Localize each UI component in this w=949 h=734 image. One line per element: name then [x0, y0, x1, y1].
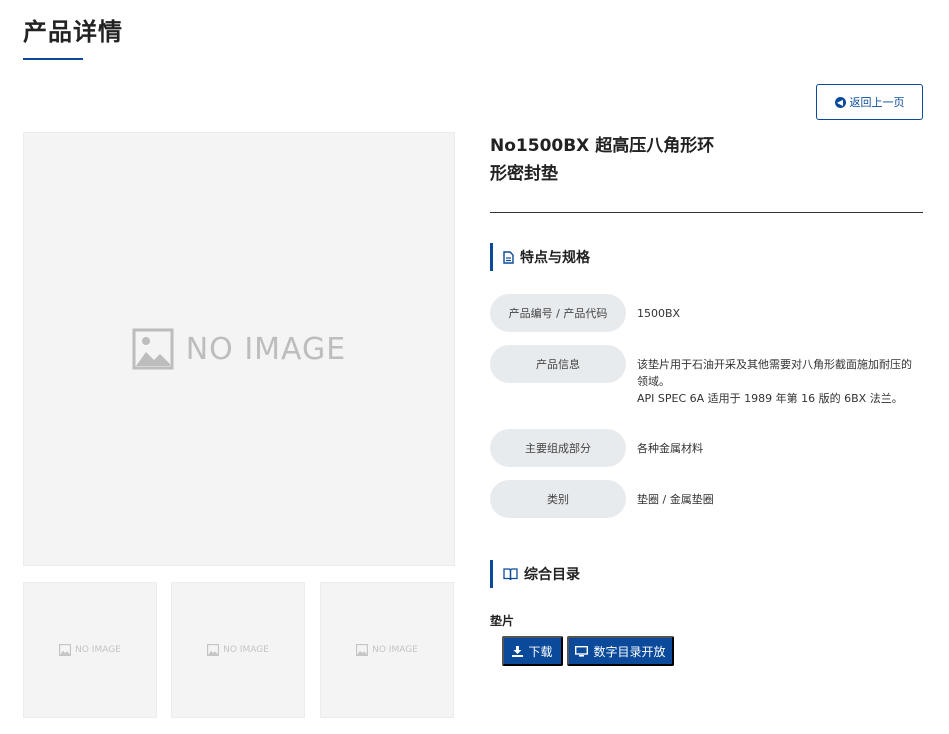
image-placeholder-icon — [132, 328, 174, 370]
image-placeholder-icon — [59, 644, 72, 656]
spec-value-line: 领域。 — [637, 375, 670, 388]
monitor-icon — [575, 645, 589, 657]
product-name-line2: 形密封垫 — [490, 164, 558, 184]
page-title: 产品详情 — [23, 18, 123, 46]
catalog-heading-text: 综合目录 — [524, 567, 580, 583]
spec-label-product-info: 产品信息 — [490, 345, 626, 383]
document-icon — [503, 250, 514, 264]
arrow-left-circle-icon: ◀ — [834, 96, 846, 108]
digital-catalog-button[interactable]: 数字目录开放 — [567, 636, 674, 666]
main-product-image: NO IMAGE — [23, 132, 455, 566]
download-button[interactable]: 下载 — [502, 636, 563, 666]
title-underline — [23, 58, 83, 60]
image-placeholder-icon — [356, 644, 369, 656]
product-name-line1: No1500BX 超高压八角形环 — [490, 136, 715, 156]
book-icon — [503, 567, 518, 580]
digital-catalog-label: 数字目录开放 — [593, 644, 666, 659]
no-image-text: NO IMAGE — [75, 645, 121, 655]
spec-value-line: API SPEC 6A 适用于 1989 年第 16 版的 6BX 法兰。 — [637, 392, 903, 405]
spec-value-product-code: 1500BX — [637, 307, 681, 320]
divider — [490, 212, 923, 213]
thumbnail-1[interactable]: NO IMAGE — [23, 582, 157, 718]
spec-value-material: 各种金属材料 — [637, 442, 703, 455]
thumbnail-3[interactable]: NO IMAGE — [320, 582, 454, 718]
spec-label-category: 类别 — [490, 480, 626, 518]
spec-value-line: 该垫片用于石油开采及其他需要对八角形截面施加耐压的 — [637, 358, 912, 371]
specs-heading-text: 特点与规格 — [520, 250, 590, 266]
spec-value-product-info: 该垫片用于石油开采及其他需要对八角形截面施加耐压的 领域。 API SPEC 6… — [637, 356, 927, 407]
product-name: No1500BX 超高压八角形环 形密封垫 — [490, 132, 730, 188]
no-image-text: NO IMAGE — [372, 645, 418, 655]
back-button-label: 返回上一页 — [849, 97, 905, 109]
image-placeholder-icon — [207, 644, 220, 656]
spec-value-category: 垫圈 / 金属垫圈 — [637, 493, 714, 506]
spec-label-product-code: 产品编号 / 产品代码 — [490, 294, 626, 332]
thumbnail-2[interactable]: NO IMAGE — [171, 582, 305, 718]
specs-heading: 特点与规格 — [490, 243, 590, 271]
spec-label-material: 主要组成部分 — [490, 429, 626, 467]
catalog-item-label: 垫片 — [490, 614, 515, 628]
download-label: 下载 — [528, 644, 553, 659]
no-image-text: NO IMAGE — [185, 331, 347, 367]
back-button[interactable]: ◀ 返回上一页 — [816, 84, 923, 120]
no-image-text: NO IMAGE — [223, 645, 269, 655]
download-icon — [512, 645, 524, 657]
catalog-heading: 综合目录 — [490, 560, 580, 588]
